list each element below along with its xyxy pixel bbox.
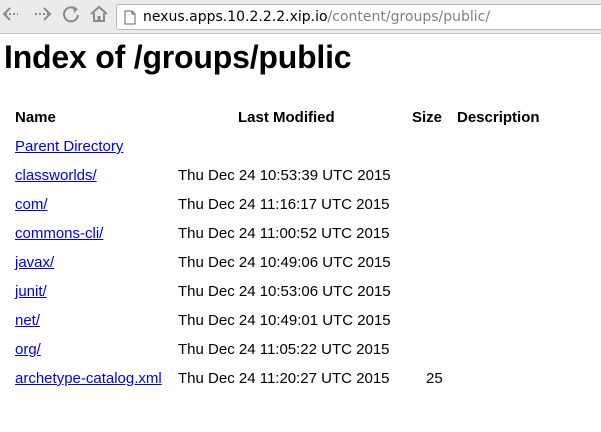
entry-modified: Thu Dec 24 10:49:06 UTC 2015 <box>178 254 391 271</box>
url-path: /content/groups/public/ <box>327 9 491 25</box>
entry-modified: Thu Dec 24 10:53:39 UTC 2015 <box>178 167 391 184</box>
reload-icon <box>61 4 81 29</box>
url-host: nexus.apps.10.2.2.2.xip.io <box>143 9 328 25</box>
back-button[interactable] <box>1 5 25 27</box>
entry-modified: Thu Dec 24 10:53:06 UTC 2015 <box>178 283 391 300</box>
reload-button[interactable] <box>59 5 83 27</box>
forward-button[interactable] <box>30 5 54 27</box>
back-arrow-icon <box>2 6 24 27</box>
address-bar[interactable]: nexus.apps.10.2.2.2.xip.io/content/group… <box>116 4 601 30</box>
entry-size: 25 <box>426 370 443 387</box>
entry-link[interactable]: org/ <box>15 341 41 359</box>
column-header-last-modified: Last Modified <box>238 109 335 126</box>
home-icon <box>89 4 109 29</box>
browser-toolbar: nexus.apps.10.2.2.2.xip.io/content/group… <box>0 0 601 34</box>
column-header-description: Description <box>457 109 540 126</box>
column-header-size: Size <box>412 109 443 126</box>
entry-link[interactable]: com/ <box>15 196 48 214</box>
column-header-name: Name <box>15 109 56 126</box>
entry-link[interactable]: archetype-catalog.xml <box>15 370 162 388</box>
entry-link[interactable]: net/ <box>15 312 40 330</box>
page-icon <box>124 10 136 25</box>
entry-link[interactable]: javax/ <box>15 254 54 272</box>
entry-link[interactable]: commons-cli/ <box>15 225 103 243</box>
home-button[interactable] <box>87 5 111 27</box>
entry-modified: Thu Dec 24 10:49:01 UTC 2015 <box>178 312 391 329</box>
parent-directory-link[interactable]: Parent Directory <box>15 138 123 156</box>
forward-arrow-icon <box>31 6 53 27</box>
entry-link[interactable]: classworlds/ <box>15 167 97 185</box>
entry-modified: Thu Dec 24 11:05:22 UTC 2015 <box>178 341 390 358</box>
entry-modified: Thu Dec 24 11:16:17 UTC 2015 <box>178 196 390 213</box>
page-title: Index of /groups/public <box>4 39 352 75</box>
entry-link[interactable]: junit/ <box>15 283 47 301</box>
entry-modified: Thu Dec 24 11:00:52 UTC 2015 <box>178 225 390 242</box>
entry-modified: Thu Dec 24 11:20:27 UTC 2015 <box>178 370 390 387</box>
